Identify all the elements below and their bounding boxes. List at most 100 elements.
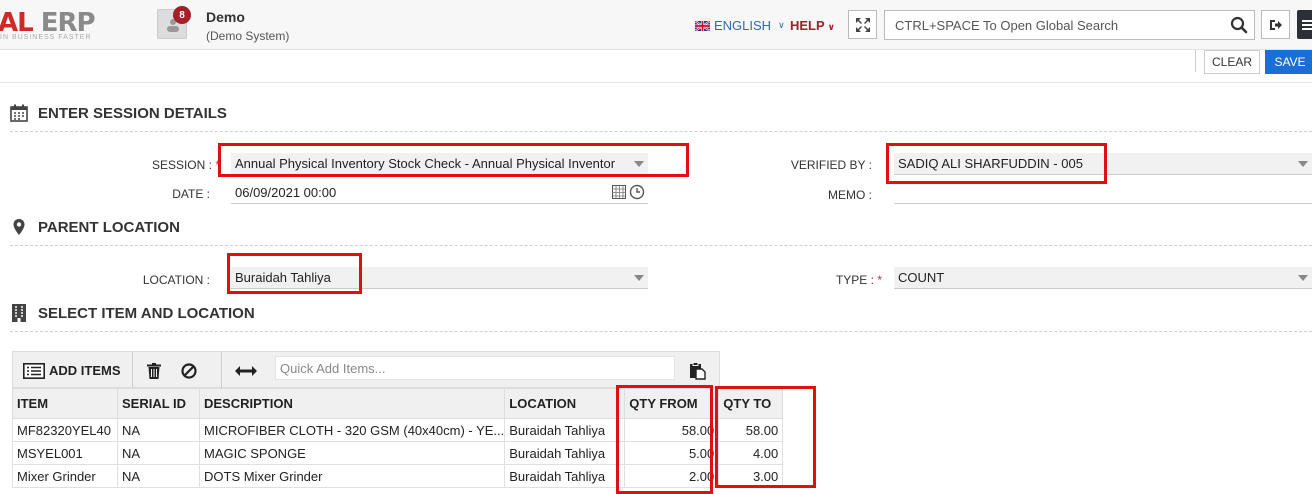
session-label-text: SESSION : <box>151 158 212 172</box>
paste-icon <box>690 361 706 380</box>
column-header-description[interactable]: DESCRIPTION <box>198 388 506 419</box>
items-table: ITEM SERIAL ID DESCRIPTION LOCATION QTY … <box>12 388 784 488</box>
location-select[interactable]: Buraidah Tahliya <box>231 267 648 289</box>
required-marker: * <box>215 158 220 172</box>
section-session-details: ENTER SESSION DETAILS <box>10 104 227 122</box>
cell-location[interactable]: Buraidah Tahliya <box>504 464 626 488</box>
cell-item[interactable]: MSYEL001 <box>12 441 118 465</box>
notification-badge: 8 <box>173 6 191 24</box>
type-label: TYPE : * <box>782 273 882 287</box>
column-header-qty-to[interactable]: QTY TO <box>718 388 784 419</box>
calendar-picker-icon[interactable] <box>612 185 626 199</box>
save-button[interactable]: SAVE <box>1265 50 1312 74</box>
cell-serial-id[interactable]: NA <box>117 464 200 488</box>
dropdown-arrow-icon <box>1298 161 1308 167</box>
table-row[interactable]: Mixer Grinder NA DOTS Mixer Grinder Bura… <box>12 464 784 488</box>
help-menu[interactable]: HELP ∨ <box>790 18 835 33</box>
required-marker: * <box>877 273 882 287</box>
section-divider <box>10 131 1312 132</box>
app-logo[interactable]: AL ERP IN BUSINESS FASTER <box>0 6 110 46</box>
quick-add-input[interactable] <box>275 356 675 380</box>
clear-button[interactable]: CLEAR <box>1204 50 1260 74</box>
fullscreen-button[interactable] <box>848 10 877 39</box>
global-search-input[interactable] <box>885 11 1225 39</box>
cell-serial-id[interactable]: NA <box>117 441 200 465</box>
chevron-down-icon: ∨ <box>778 20 785 30</box>
divider <box>1195 50 1196 72</box>
cell-qty-from[interactable]: 58.00 <box>624 418 720 442</box>
column-header-serial-id[interactable]: SERIAL ID <box>117 388 200 419</box>
grid-toolbar: ADD ITEMS <box>12 351 720 389</box>
cell-qty-to[interactable]: 3.00 <box>718 464 784 488</box>
cell-serial-id[interactable]: NA <box>117 418 200 442</box>
cancel-button[interactable] <box>181 353 197 388</box>
company-name[interactable]: Demo <box>206 9 245 25</box>
help-label: HELP <box>790 18 825 33</box>
cell-qty-from[interactable]: 5.00 <box>624 441 720 465</box>
cell-item[interactable]: Mixer Grinder <box>12 464 118 488</box>
section-divider <box>10 331 1312 332</box>
logout-icon <box>1269 19 1282 30</box>
paste-button[interactable] <box>689 353 707 388</box>
trash-icon <box>147 362 161 379</box>
verified-by-label: VERIFIED BY : <box>790 158 872 172</box>
cell-qty-to[interactable]: 58.00 <box>718 418 784 442</box>
memo-field[interactable] <box>894 182 1312 204</box>
table-row[interactable]: MSYEL001 NA MAGIC SPONGE Buraidah Tahliy… <box>12 441 784 465</box>
location-value: Buraidah Tahliya <box>235 270 331 285</box>
verified-by-value: SADIQ ALI SHARFUDDIN - 005 <box>898 156 1083 171</box>
type-select[interactable]: COUNT <box>894 267 1312 289</box>
cell-qty-from[interactable]: 2.00 <box>624 464 720 488</box>
column-header-location[interactable]: LOCATION <box>504 388 626 419</box>
resize-columns-button[interactable] <box>235 353 257 388</box>
top-bar: AL ERP IN BUSINESS FASTER 8 Demo (Demo S… <box>0 0 1312 50</box>
cell-description[interactable]: DOTS Mixer Grinder <box>198 464 506 488</box>
section-divider <box>10 245 1312 246</box>
cell-location[interactable]: Buraidah Tahliya <box>504 441 626 465</box>
section-select-items: SELECT ITEM AND LOCATION <box>10 303 255 323</box>
type-value: COUNT <box>898 270 945 285</box>
cell-location[interactable]: Buraidah Tahliya <box>504 418 626 442</box>
add-items-button[interactable]: ADD ITEMS <box>23 353 121 388</box>
delete-button[interactable] <box>147 353 161 388</box>
language-selector[interactable]: ENGLISH ∨ <box>695 18 785 33</box>
clock-icon[interactable] <box>629 184 645 200</box>
cell-qty-to[interactable]: 4.00 <box>718 441 784 465</box>
date-field[interactable]: 06/09/2021 00:00 <box>231 182 648 204</box>
session-value: Annual Physical Inventory Stock Check - … <box>235 156 616 171</box>
building-icon <box>12 304 26 322</box>
calendar-icon <box>10 104 28 122</box>
date-label: DATE : <box>172 187 210 201</box>
table-row[interactable]: MF82320YEL40 NA MICROFIBER CLOTH - 320 G… <box>12 418 784 442</box>
toolbar-divider <box>221 352 222 389</box>
notifications-button[interactable]: 8 <box>157 6 191 39</box>
section-title-location: PARENT LOCATION <box>38 218 180 236</box>
column-header-item[interactable]: ITEM <box>12 388 118 419</box>
cell-item[interactable]: MF82320YEL40 <box>12 418 118 442</box>
cell-description[interactable]: MICROFIBER CLOTH - 320 GSM (40x40cm) - Y… <box>198 418 506 442</box>
table-header-row: ITEM SERIAL ID DESCRIPTION LOCATION QTY … <box>12 388 784 419</box>
uk-flag-icon <box>695 20 710 31</box>
memo-label: MEMO : <box>828 188 872 202</box>
date-value: 06/09/2021 00:00 <box>235 185 337 200</box>
cell-description[interactable]: MAGIC SPONGE <box>198 441 506 465</box>
section-parent-location: PARENT LOCATION <box>10 218 180 236</box>
language-label: ENGLISH <box>714 18 772 33</box>
main-menu-button[interactable] <box>1297 10 1312 39</box>
session-select[interactable]: Annual Physical Inventory Stock Check - … <box>231 153 648 175</box>
search-icon[interactable] <box>1230 16 1248 34</box>
column-header-qty-from[interactable]: QTY FROM <box>624 388 720 419</box>
session-label: SESSION : * <box>120 158 220 172</box>
section-title-session: ENTER SESSION DETAILS <box>38 104 227 122</box>
hamburger-icon <box>1302 19 1312 30</box>
horizontal-arrows-icon <box>235 365 257 376</box>
logout-button[interactable] <box>1261 10 1290 39</box>
expand-icon <box>855 17 870 32</box>
add-items-label: ADD ITEMS <box>49 363 121 378</box>
list-icon <box>23 362 45 379</box>
toolbar-divider <box>132 352 133 389</box>
verified-by-select[interactable]: SADIQ ALI SHARFUDDIN - 005 <box>894 153 1312 175</box>
location-label: LOCATION : <box>142 273 210 287</box>
dropdown-arrow-icon <box>634 275 644 281</box>
company-subtitle: (Demo System) <box>206 29 290 43</box>
